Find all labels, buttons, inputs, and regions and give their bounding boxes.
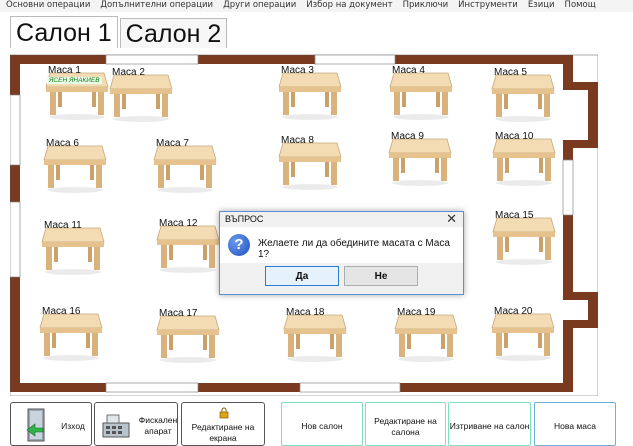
hall-tabs: Салон 1 Салон 2 bbox=[10, 16, 229, 48]
bottom-toolbar: Изход Фискален апарат Редактиране на екр… bbox=[0, 400, 633, 446]
table-3[interactable]: Маса 3 bbox=[277, 65, 343, 121]
table-label: Маса 16 bbox=[42, 306, 81, 317]
window-right-1 bbox=[562, 159, 574, 216]
window-top-2 bbox=[314, 54, 396, 65]
table-16[interactable]: Маса 18 bbox=[282, 307, 348, 363]
menu-bar: Основни операции Допълнителни операции Д… bbox=[0, 0, 633, 12]
waiter-name: ЯСЕН ЯНАКИЕВ bbox=[47, 77, 102, 84]
table-6[interactable]: Маса 6 bbox=[42, 138, 108, 194]
new-hall-label: Нов салон bbox=[301, 421, 343, 431]
menu-item-document-selection[interactable]: Избор на документ bbox=[300, 0, 396, 12]
tab-hall-2[interactable]: Салон 2 bbox=[119, 18, 228, 48]
question-icon: ? bbox=[228, 234, 250, 256]
menu-item-basic-operations[interactable]: Основни операции bbox=[0, 0, 94, 12]
table-4[interactable]: Маса 4 bbox=[388, 65, 454, 121]
table-label: Маса 19 bbox=[397, 307, 436, 318]
table-label: Маса 8 bbox=[281, 135, 314, 146]
close-icon[interactable]: ✕ bbox=[446, 211, 457, 227]
new-hall-button[interactable]: Нов салон bbox=[281, 402, 363, 446]
edit-hall-button[interactable]: Редактиране на салона bbox=[365, 402, 446, 446]
fiscal-printer-button[interactable]: Фискален апарат bbox=[94, 402, 178, 446]
table-2[interactable]: Маса 2 bbox=[108, 67, 174, 123]
table-label: Маса 6 bbox=[46, 138, 79, 149]
table-18[interactable]: Маса 20 bbox=[490, 306, 556, 362]
table-label: Маса 7 bbox=[156, 138, 189, 149]
menu-item-help[interactable]: Помощ bbox=[559, 0, 600, 12]
table-label: Маса 15 bbox=[495, 210, 534, 221]
window-left-2 bbox=[10, 201, 21, 278]
table-9[interactable]: Маса 9 bbox=[387, 131, 453, 187]
dialog-title: ВЪПРОС bbox=[225, 214, 264, 224]
table-label: Маса 4 bbox=[392, 65, 425, 76]
no-button[interactable]: Не bbox=[344, 266, 418, 286]
menu-item-tools[interactable]: Инструменти bbox=[452, 0, 522, 12]
table-label: Маса 3 bbox=[281, 65, 314, 76]
lock-icon bbox=[219, 407, 229, 419]
table-label: Маса 9 bbox=[391, 131, 424, 142]
table-label: Маса 12 bbox=[159, 218, 198, 229]
new-table-label: Нова маса bbox=[554, 421, 596, 431]
edit-screen-label-1: Редактиране на bbox=[191, 422, 255, 432]
table-label: Маса 18 bbox=[286, 307, 325, 318]
table-label: Маса 20 bbox=[494, 306, 533, 317]
menu-item-languages[interactable]: Езици bbox=[522, 0, 559, 12]
table-7[interactable]: Маса 7 bbox=[152, 138, 218, 194]
table-15[interactable]: Маса 17 bbox=[155, 308, 221, 364]
exit-button[interactable]: Изход bbox=[10, 402, 92, 446]
table-label: Маса 5 bbox=[494, 67, 527, 78]
edit-screen-button[interactable]: Редактиране на екрана bbox=[181, 402, 265, 446]
menu-item-finish[interactable]: Приключи bbox=[397, 0, 453, 12]
menu-item-other-operations[interactable]: Други операции bbox=[217, 0, 300, 12]
delete-hall-label: Изтриване на салон bbox=[449, 421, 530, 431]
table-label: Маса 2 bbox=[112, 67, 145, 78]
delete-hall-button[interactable]: Изтриване на салон bbox=[448, 402, 531, 446]
yes-button[interactable]: Да bbox=[265, 266, 339, 286]
window-left-1 bbox=[10, 94, 21, 166]
edit-hall-label-2: салона bbox=[391, 427, 420, 437]
menu-item-additional-operations[interactable]: Допълнителни операции bbox=[94, 0, 217, 12]
table-label: Маса 1 bbox=[48, 65, 81, 76]
table-8[interactable]: Маса 8 bbox=[277, 135, 343, 191]
dialog-message: Желаете ли да обедините масата с Маса 1? bbox=[258, 238, 450, 260]
table-label: Маса 10 bbox=[495, 131, 534, 142]
confirm-dialog: ВЪПРОС ✕ ? Желаете ли да обедините масат… bbox=[219, 211, 464, 295]
window-top-1 bbox=[105, 54, 199, 65]
window-bottom-2 bbox=[299, 382, 401, 393]
table-17[interactable]: Маса 19 bbox=[393, 307, 459, 363]
table-13[interactable]: Маса 15 bbox=[491, 210, 557, 266]
table-label: Маса 11 bbox=[44, 220, 82, 231]
table-14[interactable]: Маса 16 bbox=[38, 306, 104, 362]
window-bottom-1 bbox=[105, 382, 199, 393]
tab-hall-1[interactable]: Салон 1 bbox=[10, 16, 118, 48]
table-10[interactable]: Маса 10 bbox=[491, 131, 557, 187]
dialog-body: ? Желаете ли да обедините масата с Маса … bbox=[220, 227, 463, 263]
edit-hall-label-1: Редактиране на bbox=[374, 416, 437, 426]
table-label: Маса 17 bbox=[159, 308, 198, 319]
table-12[interactable]: Маса 12 bbox=[155, 218, 221, 274]
edit-screen-label-2: екрана bbox=[209, 433, 237, 443]
table-5[interactable]: Маса 5 bbox=[490, 67, 556, 123]
table-1[interactable]: Маса 1 ЯСЕН ЯНАКИЕВ bbox=[44, 65, 110, 121]
table-11[interactable]: Маса 11 bbox=[40, 220, 106, 276]
new-table-button[interactable]: Нова маса bbox=[534, 402, 616, 446]
